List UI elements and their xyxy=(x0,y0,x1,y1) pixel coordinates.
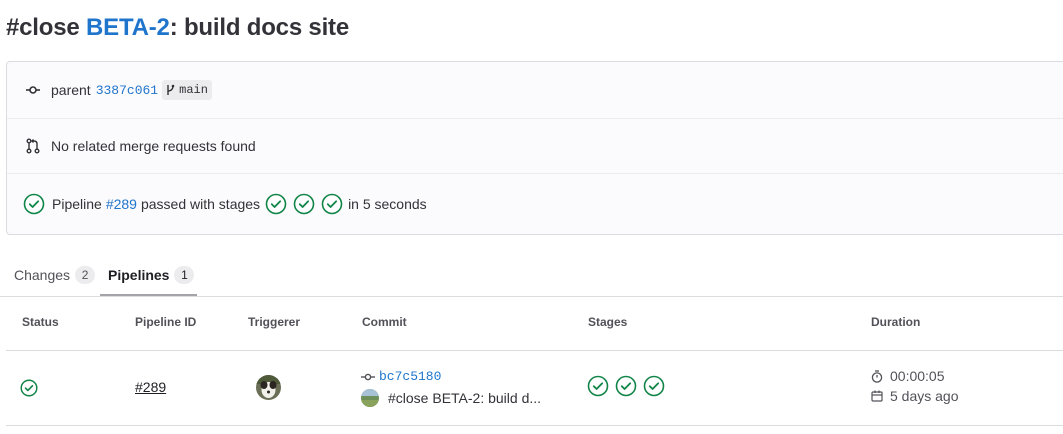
status-success-icon[interactable] xyxy=(23,193,45,215)
stage-success-icon[interactable] xyxy=(587,375,609,400)
pipeline-middle: passed with stages xyxy=(140,196,261,212)
commit-info-box: parent 3387c061 main No related merge re… xyxy=(6,61,1063,235)
stages-cell xyxy=(587,375,665,400)
title-prefix: #close xyxy=(6,14,86,41)
pipeline-link[interactable]: #289 xyxy=(106,196,137,212)
stage-list xyxy=(264,192,344,216)
branch-name: main xyxy=(179,83,208,97)
page-title: #close BETA-2: build docs site xyxy=(6,14,349,42)
pipeline-id-link[interactable]: #289 xyxy=(135,379,166,395)
finished-time: 5 days ago xyxy=(890,388,959,404)
commit-sha-link[interactable]: bc7c5180 xyxy=(379,369,441,384)
duration-cell: 00:00:05 5 days ago xyxy=(871,368,959,404)
column-header-pipeline-id: Pipeline ID xyxy=(135,315,197,329)
stage-success-icon[interactable] xyxy=(643,375,665,400)
stage-success-icon[interactable] xyxy=(615,375,637,400)
author-avatar xyxy=(361,389,379,407)
stage-success-icon[interactable] xyxy=(320,192,344,216)
triggerer-avatar[interactable] xyxy=(256,375,281,400)
commit-message-link[interactable]: #close BETA-2: build d... xyxy=(388,390,541,406)
merge-request-icon xyxy=(23,136,43,156)
column-header-commit: Commit xyxy=(362,315,407,329)
tab-changes[interactable]: Changes 2 xyxy=(14,254,96,296)
column-header-status: Status xyxy=(22,315,59,329)
branch-icon xyxy=(166,84,176,96)
timer-icon xyxy=(871,369,883,383)
pipeline-suffix: in 5 seconds xyxy=(348,196,427,212)
parent-sha-link[interactable]: 3387c061 xyxy=(96,83,158,98)
calendar-icon xyxy=(871,390,883,402)
commit-tabs: Changes 2 Pipelines 1 xyxy=(0,254,1063,297)
tab-count-badge: 2 xyxy=(75,266,96,284)
pipeline-row: Pipeline #289 passed with stages in 5 se… xyxy=(7,174,1063,234)
commit-icon xyxy=(361,372,375,382)
merge-request-row: No related merge requests found xyxy=(7,119,1063,174)
duration-value: 00:00:05 xyxy=(890,368,945,384)
commit-icon xyxy=(23,80,43,100)
column-header-triggerer: Triggerer xyxy=(248,315,301,329)
tab-label: Pipelines xyxy=(108,267,170,283)
table-row: #289 bc7c5180 #close BETA-2: build d... … xyxy=(6,350,1063,426)
stage-success-icon[interactable] xyxy=(292,192,316,216)
status-success-icon[interactable] xyxy=(20,379,38,400)
tab-count-badge: 1 xyxy=(174,266,195,284)
column-header-duration: Duration xyxy=(871,315,921,329)
title-suffix: : build docs site xyxy=(169,14,349,41)
merge-requests-text: No related merge requests found xyxy=(51,138,256,154)
parent-label: parent xyxy=(51,82,91,98)
active-tab-indicator xyxy=(100,294,197,296)
tab-pipelines[interactable]: Pipelines 1 xyxy=(108,254,195,296)
issue-link[interactable]: BETA-2 xyxy=(86,14,170,41)
commit-cell: bc7c5180 #close BETA-2: build d... xyxy=(361,369,541,407)
column-header-stages: Stages xyxy=(588,315,628,329)
parent-row: parent 3387c061 main xyxy=(7,62,1063,119)
stage-success-icon[interactable] xyxy=(264,192,288,216)
tab-label: Changes xyxy=(14,267,71,283)
branch-badge[interactable]: main xyxy=(162,80,212,100)
pipeline-prefix: Pipeline xyxy=(52,196,102,212)
